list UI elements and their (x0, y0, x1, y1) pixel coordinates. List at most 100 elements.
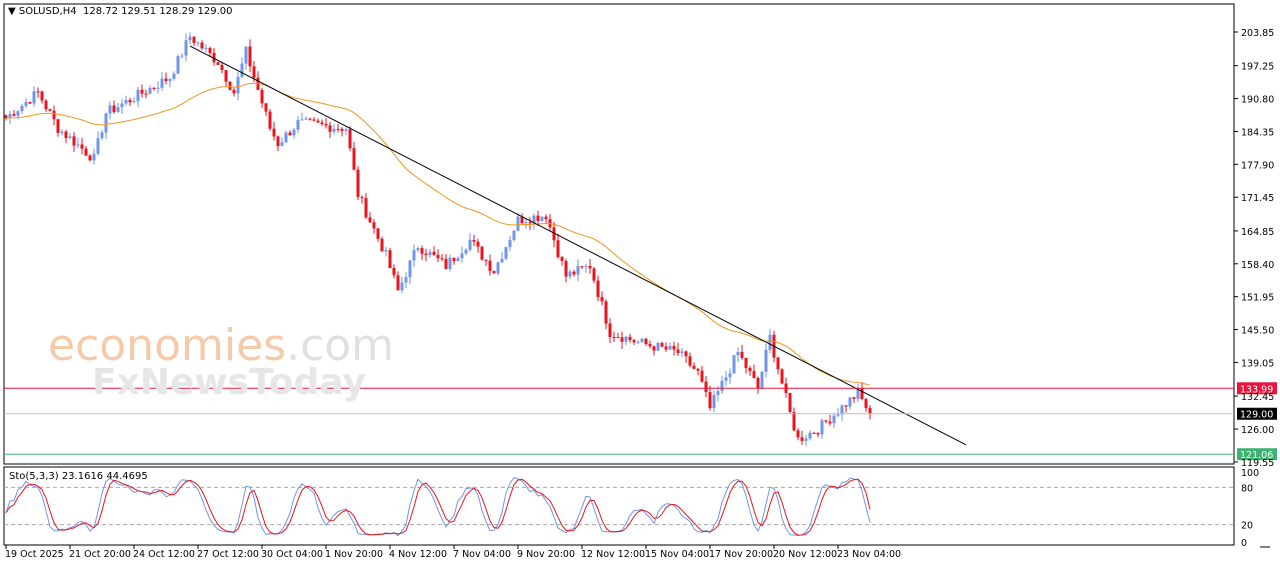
candle (328, 121, 332, 139)
chart-window: 133.99 129.00 121.06 203.85 197.25 190.80 184.… (0, 0, 1280, 567)
candle-body (588, 265, 592, 269)
candle (56, 119, 60, 137)
candle (344, 127, 348, 136)
candle (184, 33, 188, 62)
candle-body (312, 119, 316, 121)
candle-body (324, 124, 328, 126)
candle-body (760, 371, 764, 389)
candle (800, 430, 804, 445)
candle-body (352, 148, 356, 170)
candle-body (160, 78, 164, 88)
candle (484, 259, 488, 267)
candle (612, 331, 616, 343)
candle (348, 126, 352, 152)
candle (264, 102, 268, 117)
candle-body (264, 103, 268, 112)
candle-body (64, 131, 68, 138)
candle (312, 117, 316, 122)
candle-body (76, 144, 80, 146)
candle-body (612, 336, 616, 338)
candle-body (796, 430, 800, 438)
candle (36, 87, 40, 98)
candle-body (124, 99, 128, 104)
candle (376, 227, 380, 242)
candle-body (376, 228, 380, 239)
candle-body (248, 46, 252, 67)
time-label: 9 Nov 20:00 (517, 549, 575, 560)
candle-body (524, 222, 528, 224)
candle-body (808, 432, 812, 439)
time-label: 30 Oct 04:00 (261, 549, 323, 560)
candle-body (840, 405, 844, 415)
candle-body (344, 129, 348, 131)
candle (664, 342, 668, 352)
candle (40, 90, 44, 104)
candle-body (88, 155, 92, 161)
candle-body (156, 87, 160, 89)
candle-body (832, 415, 836, 424)
candle-body (852, 397, 856, 399)
candle-body (84, 148, 88, 156)
candle-body (300, 119, 304, 121)
candle-body (844, 405, 848, 407)
candle-body (728, 373, 732, 378)
candle-body (676, 349, 680, 354)
candle (508, 235, 512, 252)
candle (384, 246, 388, 257)
candle (440, 253, 444, 262)
candle (780, 368, 784, 385)
candle (144, 89, 148, 99)
candle (620, 331, 624, 349)
candle (380, 236, 384, 252)
candle-body (668, 345, 672, 350)
candle-body (112, 105, 116, 112)
candle-body (776, 357, 780, 370)
candle (296, 116, 300, 134)
candle (676, 342, 680, 356)
candle (488, 254, 492, 276)
candle (240, 57, 244, 78)
candle-body (152, 87, 156, 89)
candle (116, 103, 120, 113)
candle (340, 127, 344, 137)
candle (232, 87, 236, 97)
candle-body (468, 239, 472, 250)
candle-body (48, 109, 52, 111)
candle-body (800, 437, 804, 441)
candle (76, 137, 80, 149)
price-chart[interactable]: 133.99129.00121.06203.85197.25190.80184.… (0, 0, 1280, 567)
candle-body (568, 271, 572, 277)
candle-body (700, 370, 704, 382)
time-label: 20 Nov 12:00 (773, 549, 837, 560)
candle (816, 431, 820, 438)
candle-body (660, 342, 664, 347)
candle (28, 101, 32, 104)
candle (108, 101, 112, 120)
candle (84, 145, 88, 157)
candle-body (220, 64, 224, 71)
candle (152, 86, 156, 91)
candle-body (640, 338, 644, 342)
candle-body (812, 432, 816, 434)
candle (104, 112, 108, 139)
candle (764, 343, 768, 378)
candle-body (576, 266, 580, 275)
candle (372, 218, 376, 234)
candle-body (736, 351, 740, 356)
candle (804, 434, 808, 447)
candle (556, 233, 560, 259)
collapse-triangle-icon[interactable]: ▼ (8, 6, 16, 17)
candle (644, 337, 648, 347)
candle-body (748, 368, 752, 372)
time-label: 7 Nov 04:00 (453, 549, 511, 560)
candle-body (380, 238, 384, 252)
candle (432, 246, 436, 257)
symbol-label: SOLUSD,H4 (18, 6, 77, 17)
stochastic-level-label: 0 (1241, 538, 1247, 549)
candle-body (384, 250, 388, 252)
candle (704, 375, 708, 398)
candle-body (92, 153, 96, 161)
candle (472, 234, 476, 247)
candle-body (448, 257, 452, 269)
candle (180, 53, 184, 59)
